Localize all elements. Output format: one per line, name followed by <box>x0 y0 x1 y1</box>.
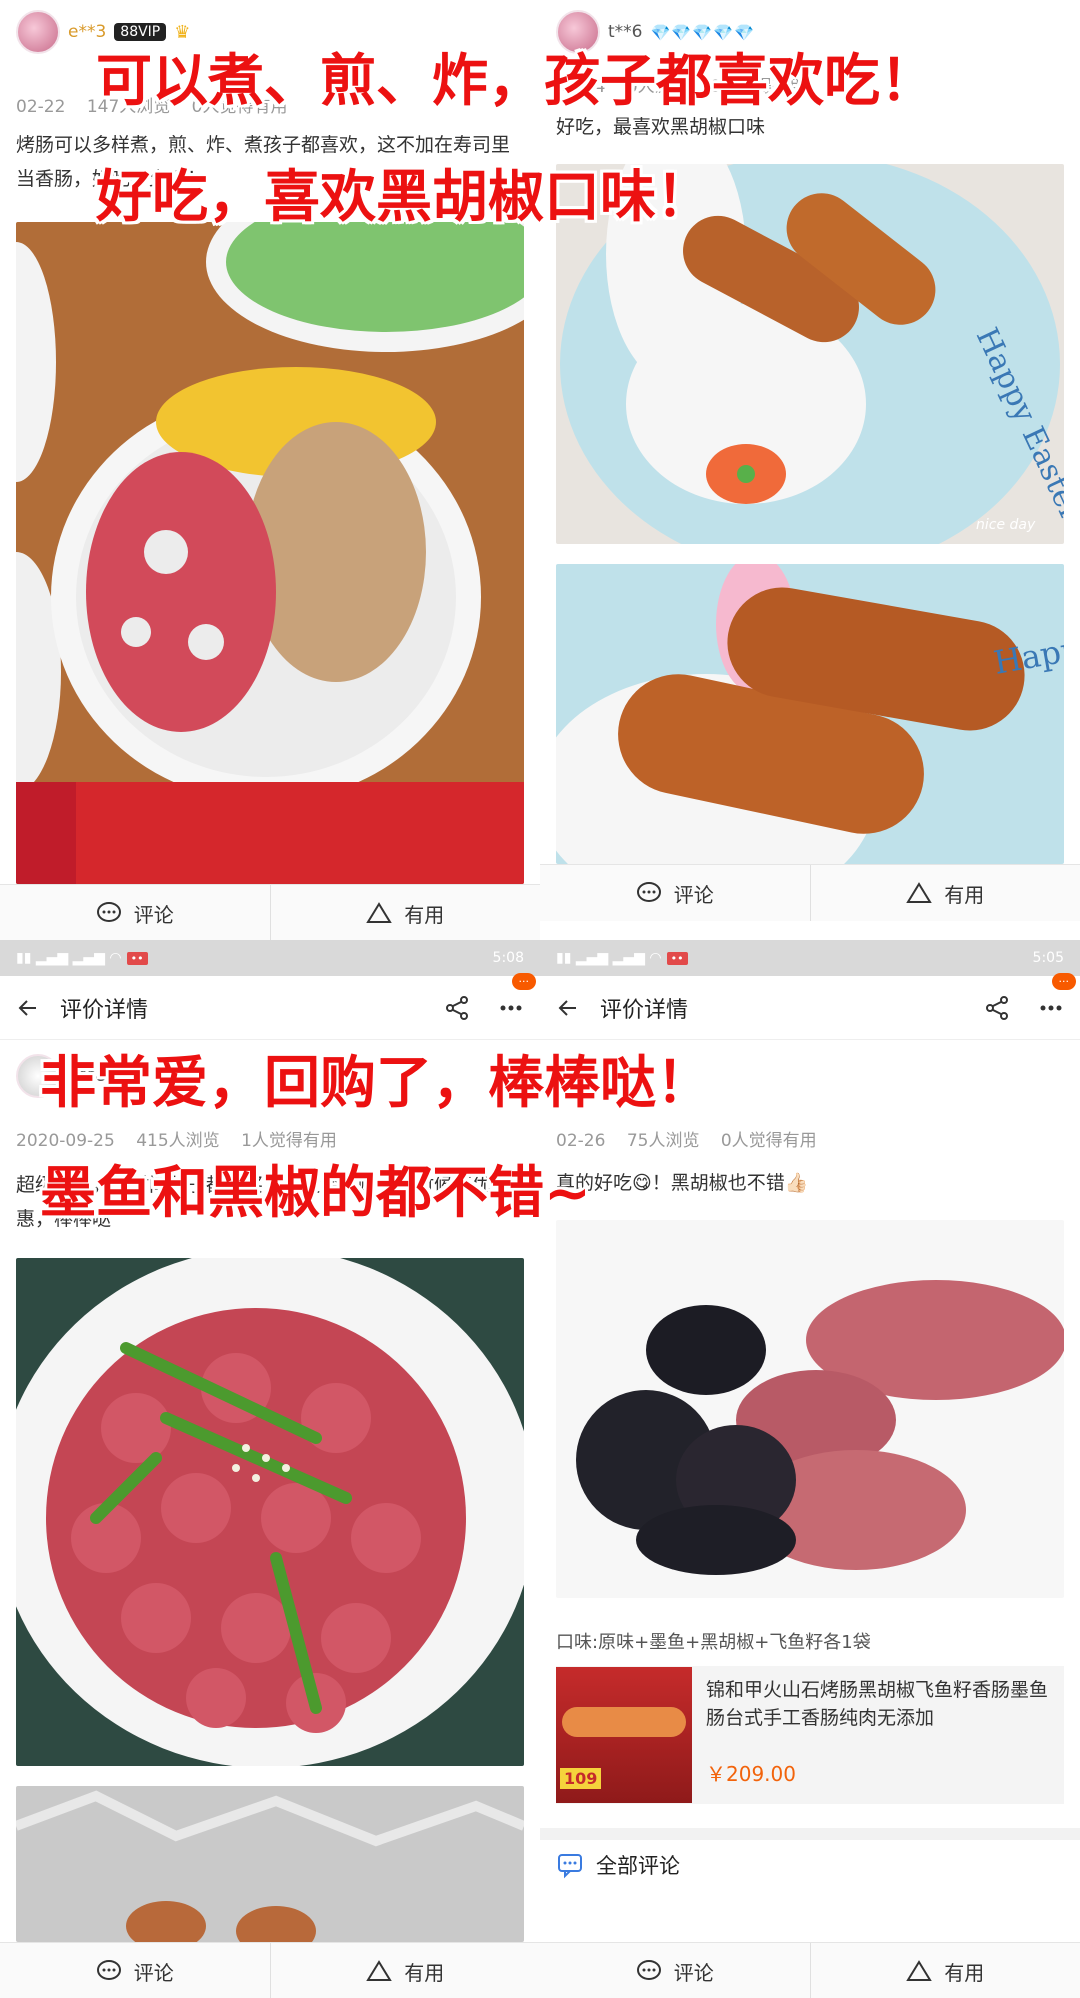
review-meta: 02-26 75人浏览 0人觉得有用 <box>556 1126 833 1151</box>
comment-label: 评论 <box>673 1960 714 1985</box>
action-bar: 评论 有用 <box>540 864 1080 921</box>
product-price-badge: 109 <box>560 1768 602 1789</box>
triangle-icon <box>906 1960 933 1981</box>
nav-bar: 评价详情 ··· <box>0 972 540 1040</box>
useful-label: 有用 <box>944 882 985 907</box>
status-time: 5:05 <box>1032 950 1064 966</box>
status-bar: ▮▮ ▂▄▆ ▂▄▆ ◠ •• 5:05 <box>540 940 1080 976</box>
more-options-icon[interactable] <box>1038 995 1064 1021</box>
useful-button[interactable]: 有用 <box>809 1943 1080 1998</box>
sausage-closeup-image: Happ <box>556 564 1064 864</box>
signal-icons: ▮▮ ▂▄▆ ▂▄▆ ◠ •• <box>556 950 688 966</box>
message-badge: ··· <box>1051 972 1076 990</box>
view-count: 75人浏览 <box>626 1131 700 1151</box>
page-title: 评价详情 <box>600 997 689 1023</box>
share-icon[interactable] <box>444 995 470 1021</box>
watermark-text: nice day <box>976 517 1036 533</box>
foil-tray-image <box>16 1786 524 1942</box>
review-photo-2[interactable]: Happ <box>556 564 1064 864</box>
message-badge: ··· <box>511 972 536 990</box>
squid-ink-sausage-image <box>556 1220 1064 1598</box>
product-card[interactable]: 109 锦和甲火山石烤肠黑胡椒飞鱼籽香肠墨鱼肠台式手工香肠纯肉无添加 ￥209.… <box>556 1666 1064 1804</box>
action-bar: 评论 有用 <box>540 1942 1080 1998</box>
sliced-sausage-image <box>16 1258 524 1766</box>
useful-label: 有用 <box>404 1960 445 1985</box>
review-date: 02-22 <box>16 97 66 117</box>
signal-icons: ▮▮ ▂▄▆ ▂▄▆ ◠ •• <box>16 950 148 966</box>
more-options-icon[interactable] <box>498 995 524 1021</box>
product-price: ￥209.00 <box>706 1762 796 1786</box>
triangle-icon <box>366 1960 393 1981</box>
product-title: 锦和甲火山石烤肠黑胡椒飞鱼籽香肠墨鱼肠台式手工香肠纯肉无添加 <box>706 1679 1049 1729</box>
helpful-count: 0人觉得有用 <box>720 1131 817 1151</box>
comment-icon <box>96 1960 121 1980</box>
all-comments-link[interactable]: 全部评论 <box>556 1850 680 1880</box>
overlay-caption-3: 非常爱，回购了，棒棒哒！ <box>40 1051 712 1116</box>
review-photo[interactable] <box>556 1220 1064 1598</box>
comment-icon <box>636 882 661 902</box>
food-plate-image <box>16 222 524 884</box>
review-photo-2[interactable] <box>16 1786 524 1942</box>
triangle-icon <box>906 882 933 903</box>
comment-label: 评论 <box>133 902 174 927</box>
review-panel-top-right: t**6 💎💎💎💎💎 03-24 0人浏览 0人觉得有用 好吃，最喜欢黑胡椒口味… <box>540 0 1080 940</box>
useful-button[interactable]: 有用 <box>809 865 1080 921</box>
comment-icon <box>96 902 121 922</box>
action-bar: 评论 有用 <box>0 1942 540 1998</box>
triangle-icon <box>366 902 393 923</box>
comment-button[interactable]: 评论 <box>0 1943 270 1998</box>
status-time: 5:08 <box>492 950 524 966</box>
action-bar: 评论 有用 <box>0 884 540 940</box>
section-separator <box>540 1828 1080 1840</box>
review-panel-top-left: e**3 88VIP ♛ 02-22 147人浏览 0人觉得有用 烤肠可以多样煮… <box>0 0 540 940</box>
useful-button[interactable]: 有用 <box>269 885 541 940</box>
comment-label: 评论 <box>673 882 714 907</box>
useful-label: 有用 <box>944 1960 985 1985</box>
sausage-graphic <box>562 1707 686 1737</box>
review-text: 真的好吃😋！黑胡椒也不错👍🏻 <box>556 1172 809 1194</box>
useful-button[interactable]: 有用 <box>269 1943 541 1998</box>
product-image[interactable]: 109 <box>556 1667 692 1803</box>
comment-button[interactable]: 评论 <box>540 865 810 921</box>
page-title: 评价详情 <box>60 997 149 1023</box>
review-photo[interactable] <box>16 222 524 884</box>
overlay-caption-1: 可以煮、煎、炸，孩子都喜欢吃！ <box>96 49 936 114</box>
status-bar: ▮▮ ▂▄▆ ▂▄▆ ◠ •• 5:08 <box>0 940 540 976</box>
overlay-caption-2: 好吃，喜欢黑胡椒口味！ <box>96 165 712 230</box>
avatar[interactable] <box>16 10 60 54</box>
overlay-caption-4: 墨鱼和黑椒的都不错~ <box>40 1161 591 1226</box>
share-icon[interactable] <box>984 995 1010 1021</box>
all-comments-label: 全部评论 <box>596 1854 680 1878</box>
comment-icon <box>636 1960 661 1980</box>
back-arrow-icon[interactable] <box>556 996 580 1020</box>
back-arrow-icon[interactable] <box>16 996 40 1020</box>
nav-bar: 评价详情 ··· <box>540 972 1080 1040</box>
review-photo[interactable] <box>16 1258 524 1766</box>
comments-icon <box>558 1854 582 1879</box>
spec-text: 口味:原味+墨鱼+黑胡椒+飞鱼籽各1袋 <box>556 1632 871 1653</box>
comment-button[interactable]: 评论 <box>0 885 270 940</box>
useful-label: 有用 <box>404 902 445 927</box>
comment-label: 评论 <box>133 1960 174 1985</box>
comment-button[interactable]: 评论 <box>540 1943 810 1998</box>
